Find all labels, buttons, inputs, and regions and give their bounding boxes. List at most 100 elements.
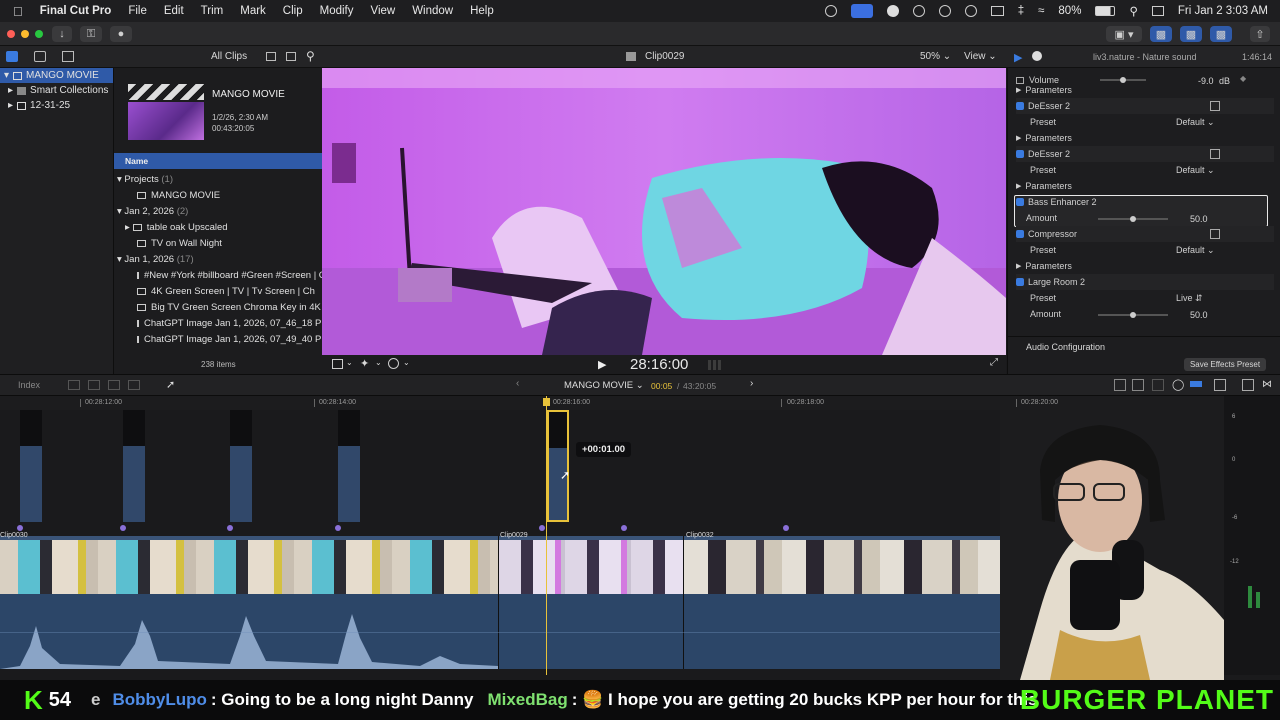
connected-clip[interactable] — [20, 410, 42, 522]
zoom-window-button[interactable] — [35, 30, 43, 38]
effect-enable-checkbox[interactable] — [1016, 230, 1024, 238]
list-item[interactable]: Big TV Green Screen Chroma Key in 4K — [114, 299, 323, 315]
list-item[interactable]: ChatGPT Image Jan 1, 2026, 07_49_40 PM — [114, 331, 323, 347]
slider-knob[interactable] — [1130, 312, 1136, 318]
zoom-in-icon[interactable] — [1132, 379, 1144, 391]
clip-filmstrip-0030[interactable] — [0, 540, 498, 594]
keyframe-icon[interactable]: ◆ — [1240, 74, 1246, 83]
insert-clip-icon[interactable] — [88, 380, 100, 390]
selected-connected-clip[interactable] — [547, 410, 569, 522]
minimize-window-button[interactable] — [21, 30, 29, 38]
menu-trim[interactable]: Trim — [201, 5, 224, 17]
search-icon[interactable]: ⚲ — [1129, 4, 1137, 18]
filmstrip-view-icon[interactable] — [266, 52, 276, 61]
menu-file[interactable]: File — [128, 5, 147, 17]
parameters-row[interactable]: ▶ Parameters — [1016, 178, 1274, 194]
bass-amount-value[interactable]: 50.0 — [1190, 214, 1208, 224]
library-mango-movie[interactable]: ▾ MANGO MOVIE — [0, 68, 113, 83]
battery-percent[interactable]: 80% — [1058, 5, 1081, 17]
column-name-header[interactable]: Name — [125, 156, 148, 166]
status-icon-2[interactable] — [886, 5, 899, 17]
zoom-out-icon[interactable] — [1114, 379, 1126, 391]
inspector-toggle-button[interactable]: ▩ — [1210, 26, 1232, 42]
disclosure-closed-icon[interactable]: ▸ — [8, 100, 13, 111]
effect-enable-checkbox[interactable] — [1016, 198, 1024, 206]
list-item[interactable]: ChatGPT Image Jan 1, 2026, 07_46_18 PM — [114, 315, 323, 331]
room-amount-value[interactable]: 50.0 — [1190, 310, 1208, 320]
preset-dropdown[interactable]: Default ⌄ — [1176, 117, 1215, 128]
status-icon-1[interactable] — [824, 5, 837, 17]
back-arrow-icon[interactable]: ‹ — [516, 378, 519, 389]
playhead[interactable] — [546, 396, 547, 675]
timeline-toggle-button[interactable]: ▩ — [1180, 26, 1202, 42]
connected-clip[interactable] — [123, 410, 145, 522]
viewer-frame[interactable] — [322, 68, 1006, 355]
room-amount-slider[interactable] — [1098, 312, 1168, 318]
viewer-zoom-dropdown[interactable]: 50% ⌄ — [920, 51, 951, 62]
slider-knob[interactable] — [1130, 216, 1136, 222]
list-item[interactable]: ▸ table oak Upscaled — [114, 219, 323, 235]
import-button[interactable]: ↓ — [52, 26, 72, 42]
disclosure-closed-icon[interactable]: ▶ — [1016, 86, 1021, 94]
info-inspector-icon[interactable] — [1032, 51, 1042, 61]
menu-view[interactable]: View — [370, 5, 395, 17]
headphones-icon[interactable]: ◯ — [1172, 378, 1184, 391]
bluetooth-icon[interactable]: ‡ — [1018, 5, 1024, 17]
disclosure-open-icon[interactable]: ▾ — [117, 254, 122, 265]
menu-clip[interactable]: Clip — [283, 5, 303, 17]
disclosure-open-icon[interactable]: ▾ — [117, 206, 122, 217]
select-tool-icon[interactable]: ➚ — [166, 378, 175, 391]
volume-slider[interactable] — [1100, 77, 1146, 83]
viewer-timecode[interactable]: 28:16:00 — [630, 356, 688, 373]
index-button[interactable]: Index — [18, 380, 40, 390]
bass-amount-slider[interactable] — [1098, 216, 1168, 222]
libraries-icon[interactable] — [6, 51, 18, 62]
screen-share-icon[interactable] — [850, 4, 873, 18]
audio-configuration-label[interactable]: Audio Configuration — [1026, 342, 1105, 352]
battery-icon[interactable] — [1095, 6, 1116, 16]
snapping-icon[interactable] — [1190, 381, 1202, 387]
clip-filmstrip-0029[interactable] — [499, 540, 683, 594]
menubar-clock[interactable]: Fri Jan 2 3:03 AM — [1178, 5, 1268, 17]
layout-button[interactable]: ▣ ▾ — [1106, 26, 1142, 42]
group-jan-1[interactable]: ▾ Jan 1, 2026 (17) — [114, 251, 323, 267]
effect-settings-icon[interactable] — [1210, 149, 1220, 159]
effect-enable-checkbox[interactable] — [1016, 150, 1024, 158]
disclosure-closed-icon[interactable]: ▶ — [1016, 134, 1021, 142]
display-icon[interactable] — [990, 6, 1004, 16]
effects-browser-icon[interactable] — [1242, 379, 1254, 391]
list-item[interactable]: #New #York #billboard #Green #Screen | C — [114, 267, 323, 283]
enhance-dropdown-icon[interactable]: ⌄ — [375, 358, 382, 367]
preset-dropdown[interactable]: Default ⌄ — [1176, 245, 1215, 256]
menu-mark[interactable]: Mark — [240, 5, 266, 17]
list-view-icon[interactable] — [286, 52, 296, 61]
library-event-12-31-25[interactable]: ▸ 12-31-25 — [0, 98, 113, 113]
effect-settings-icon[interactable] — [1210, 101, 1220, 111]
share-button[interactable]: ⇧ — [1250, 26, 1270, 42]
fullscreen-icon[interactable]: ⤢ — [990, 357, 998, 368]
background-tasks-button[interactable]: ● — [110, 26, 132, 42]
control-center-icon[interactable] — [1151, 6, 1164, 16]
connect-clip-icon[interactable] — [68, 380, 80, 390]
transform-dropdown-icon[interactable]: ⌄ — [346, 358, 353, 367]
volume-slider-knob[interactable] — [1120, 77, 1126, 83]
connected-clip[interactable] — [230, 410, 252, 522]
menu-modify[interactable]: Modify — [320, 5, 354, 17]
apple-icon[interactable]:  — [13, 4, 23, 19]
effect-enable-checkbox[interactable] — [1016, 102, 1024, 110]
titles-generators-icon[interactable] — [62, 51, 74, 62]
effect-settings-icon[interactable] — [1210, 229, 1220, 239]
list-item[interactable]: TV on Wall Night — [114, 235, 323, 251]
disclosure-closed-icon[interactable]: ▶ — [1016, 262, 1021, 270]
status-icon-3[interactable] — [912, 5, 925, 17]
menu-edit[interactable]: Edit — [164, 5, 184, 17]
timeline-ruler[interactable]: 00:28:12:00 00:28:14:00 00:28:16:00 00:2… — [0, 396, 1224, 410]
play-button[interactable]: ▶ — [598, 358, 606, 371]
connected-clip[interactable] — [338, 410, 360, 522]
play-status-icon[interactable] — [938, 5, 951, 17]
disclosure-closed-icon[interactable]: ▸ — [125, 222, 130, 233]
keywords-button[interactable]: ⚿ — [80, 26, 102, 42]
viewer-view-dropdown[interactable]: View ⌄ — [964, 51, 997, 62]
project-thumbnail[interactable] — [128, 102, 204, 140]
timeline-project-dropdown[interactable]: MANGO MOVIE ⌄ — [564, 380, 644, 391]
